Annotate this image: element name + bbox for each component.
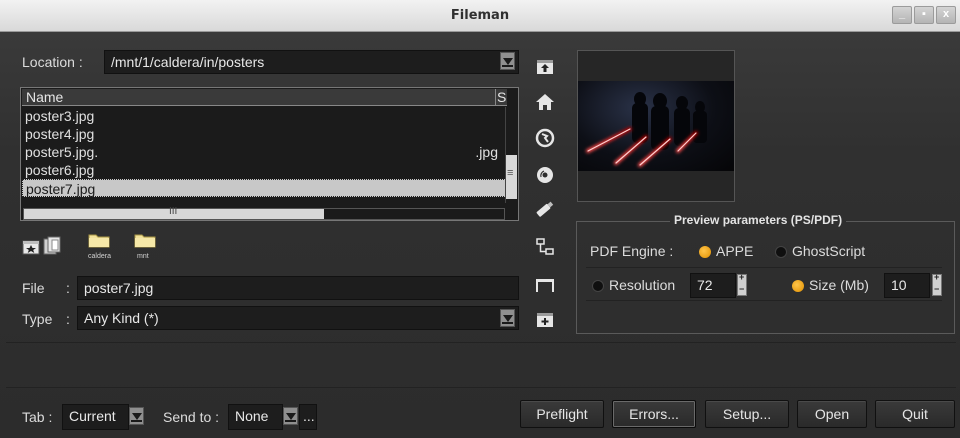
type-label: Type [22, 311, 53, 327]
scroll-grip: III [169, 206, 178, 217]
shelf-icon[interactable] [534, 274, 556, 296]
location-label: Location : [22, 54, 83, 70]
poster-image [586, 92, 707, 167]
resolution-spinner[interactable] [737, 272, 747, 296]
close-button[interactable]: x [936, 6, 956, 24]
window-title: Fileman [450, 8, 510, 23]
group-title: Preview parameters (PS/PDF) [670, 213, 847, 227]
file-name: poster7.jpg [26, 181, 96, 197]
tree-icon[interactable] [534, 236, 556, 258]
separator [6, 387, 956, 388]
horizontal-scroll-thumb[interactable]: III [24, 206, 324, 219]
file-name: poster5.jpg. [25, 144, 99, 160]
file-list[interactable]: Name S poster3.jpg poster4.jpg poster5.j… [20, 87, 519, 221]
open-button[interactable]: Open [797, 400, 867, 428]
appe-label[interactable]: APPE [716, 243, 753, 259]
home-icon[interactable] [534, 91, 556, 113]
pdf-engine-label: PDF Engine : [590, 243, 674, 259]
list-item[interactable]: poster6.jpg [22, 161, 506, 179]
preview-thumbnail [578, 81, 734, 171]
list-item-selected[interactable]: poster7.jpg [22, 179, 506, 197]
sendto-label: Send to : [163, 409, 220, 425]
location-dropdown-arrow[interactable] [500, 52, 515, 70]
sendto-more-button[interactable]: ... [299, 404, 317, 430]
file-name: poster6.jpg [25, 162, 95, 178]
type-sep: : [66, 311, 70, 327]
errors-button[interactable]: Errors... [612, 400, 696, 428]
file-name-input[interactable]: poster7.jpg [77, 276, 519, 300]
resolution-label[interactable]: Resolution [609, 277, 675, 293]
quit-button[interactable]: Quit [875, 400, 955, 428]
up-folder-icon[interactable] [534, 56, 556, 78]
file-ext: .jpg [475, 144, 498, 160]
type-select[interactable]: Any Kind (*) [77, 306, 519, 330]
tab-select[interactable]: Current [62, 404, 129, 430]
main-panel: Location : /mnt/1/caldera/in/posters Nam… [0, 32, 960, 438]
bookmark-label: mnt [137, 253, 149, 260]
file-label: File [22, 280, 45, 296]
list-item[interactable]: poster3.jpg [22, 107, 506, 125]
file-rows: poster3.jpg poster4.jpg poster5.jpg. .jpg… [22, 107, 506, 197]
type-dropdown-arrow[interactable] [500, 309, 515, 327]
tab-label: Tab : [22, 409, 53, 425]
resolution-input[interactable]: 72 [690, 273, 736, 298]
appe-radio[interactable] [699, 246, 711, 258]
folder-icon [134, 234, 156, 248]
minimize-button[interactable]: _ [892, 6, 912, 24]
divider [586, 300, 942, 301]
folder-icon [88, 234, 110, 248]
maximize-button[interactable]: ▪ [914, 6, 934, 24]
list-item[interactable]: poster5.jpg. .jpg [22, 143, 506, 161]
file-name: poster4.jpg [25, 126, 95, 142]
setup-button[interactable]: Setup... [705, 400, 789, 428]
resolution-radio[interactable] [592, 280, 604, 292]
size-label[interactable]: Size (Mb) [809, 277, 869, 293]
column-header-name[interactable]: Name [22, 89, 495, 105]
bookmarks-icon[interactable] [22, 236, 72, 258]
horizontal-scrollbar[interactable]: III [23, 206, 505, 220]
vertical-scrollbar[interactable] [505, 107, 517, 203]
ghostscript-radio[interactable] [775, 246, 787, 258]
file-name: poster3.jpg [25, 108, 95, 124]
list-header: Name S [22, 89, 507, 106]
preflight-button[interactable]: Preflight [520, 400, 604, 428]
title-bar: Fileman _ ▪ x [0, 0, 960, 32]
network-icon[interactable] [534, 127, 556, 149]
sendto-select[interactable]: None [228, 404, 283, 430]
list-item[interactable]: poster4.jpg [22, 125, 506, 143]
location-field[interactable]: /mnt/1/caldera/in/posters [104, 50, 519, 74]
separator [6, 342, 956, 343]
new-folder-icon[interactable] [534, 308, 556, 330]
file-sep: : [66, 280, 70, 296]
usb-icon[interactable] [534, 198, 556, 220]
sendto-dropdown-arrow[interactable] [283, 407, 298, 425]
vertical-scroll-thumb[interactable] [506, 155, 517, 199]
bookmark-label: caldera [88, 253, 111, 260]
column-header-size[interactable]: S [495, 89, 507, 105]
disc-icon[interactable] [534, 164, 556, 186]
size-radio[interactable] [792, 280, 804, 292]
tab-dropdown-arrow[interactable] [129, 407, 144, 425]
size-input[interactable]: 10 [884, 273, 930, 298]
ghostscript-label[interactable]: GhostScript [792, 243, 865, 259]
size-spinner[interactable] [932, 272, 942, 296]
divider [586, 267, 942, 268]
preview-pane [577, 50, 735, 202]
